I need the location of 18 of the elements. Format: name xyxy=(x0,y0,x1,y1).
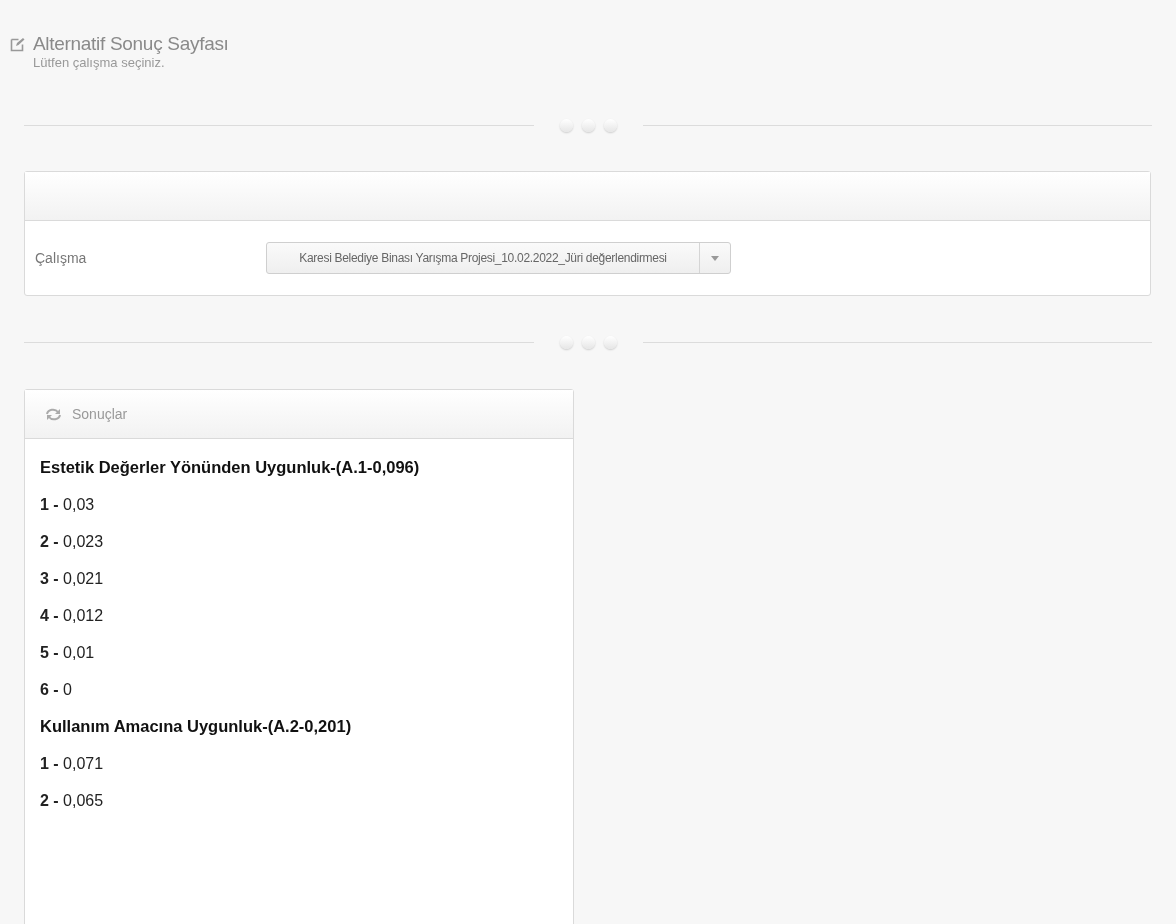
result-value: 5 - 0,01 xyxy=(40,643,96,663)
criterion-heading: Kullanım Amacına Uygunluk-(A.2-0,201) xyxy=(40,716,353,737)
select-dropdown[interactable]: Karesi Belediye Binası Yarışma Projesi_10.02.2022_Jüri değerlendirmesi xyxy=(266,242,731,274)
result-value: 3 - 0,021 xyxy=(40,569,105,589)
result-value: 1 - 0,03 xyxy=(40,495,96,515)
page-title: Alternatif Sonuç Sayfası xyxy=(33,33,229,55)
criterion-heading: Estetik Değerler Yönünden Uygunluk-(A.1-0,096) xyxy=(40,457,421,478)
edit-icon xyxy=(10,37,25,52)
result-value: 4 - 0,012 xyxy=(40,606,105,626)
result-value: 1 - 0,071 xyxy=(40,754,105,774)
caret-icon xyxy=(711,255,719,261)
field-label: Çalışma xyxy=(35,248,88,268)
result-value: 2 - 0,023 xyxy=(40,532,105,552)
panel-title: Sonuçlar xyxy=(72,404,128,424)
page-subtitle: Lütfen çalışma seçiniz. xyxy=(33,55,166,71)
result-value: 6 - 0 xyxy=(40,680,73,700)
result-value: 2 - 0,065 xyxy=(40,791,105,811)
refresh-icon xyxy=(45,407,62,421)
